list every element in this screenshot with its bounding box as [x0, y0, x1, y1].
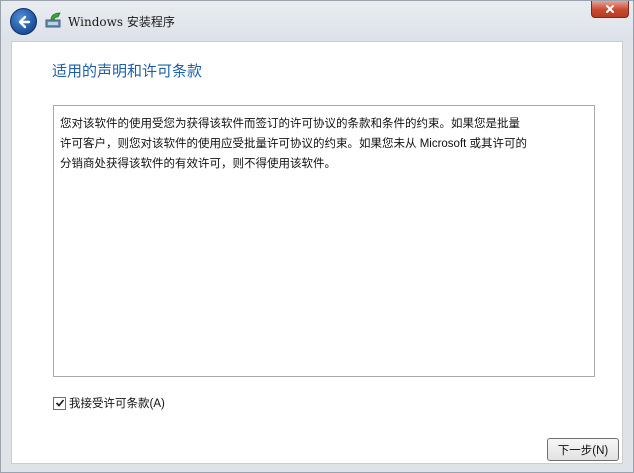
- checkbox-box[interactable]: [53, 396, 66, 410]
- checkmark-icon: [55, 399, 64, 407]
- license-text-box[interactable]: 您对该软件的使用受您为获得该软件而签订的许可协议的条款和条件的约束。如果您是批量…: [53, 105, 595, 377]
- back-button[interactable]: [10, 8, 37, 35]
- window-title: Windows 安装程序: [68, 15, 175, 29]
- license-line: 您对该软件的使用受您为获得该软件而签订的许可协议的条款和条件的约束。如果您是批量: [60, 118, 520, 130]
- license-line: 许可客户，则您对该软件的使用应受批量许可协议的约束。如果您未从 Microsof…: [60, 138, 528, 150]
- close-icon: [606, 5, 614, 13]
- accept-license-checkbox[interactable]: 我接受许可条款(A): [53, 395, 165, 411]
- back-arrow-icon: [18, 15, 30, 28]
- setup-icon: [45, 12, 61, 28]
- next-button[interactable]: 下一步(N): [547, 438, 619, 461]
- setup-window: Windows 安装程序 适用的声明和许可条款 您对该软件的使用受您为获得该软件…: [0, 0, 634, 473]
- page-title: 适用的声明和许可条款: [52, 63, 203, 80]
- close-button[interactable]: [591, 1, 629, 18]
- accept-label: 我接受许可条款(A): [69, 398, 165, 410]
- title-bar: Windows 安装程序: [1, 1, 633, 41]
- license-line: 分销商处获得该软件的有效许可，则不得使用该软件。: [60, 158, 336, 170]
- content-panel: 适用的声明和许可条款 您对该软件的使用受您为获得该软件而签订的许可协议的条款和条…: [11, 41, 623, 464]
